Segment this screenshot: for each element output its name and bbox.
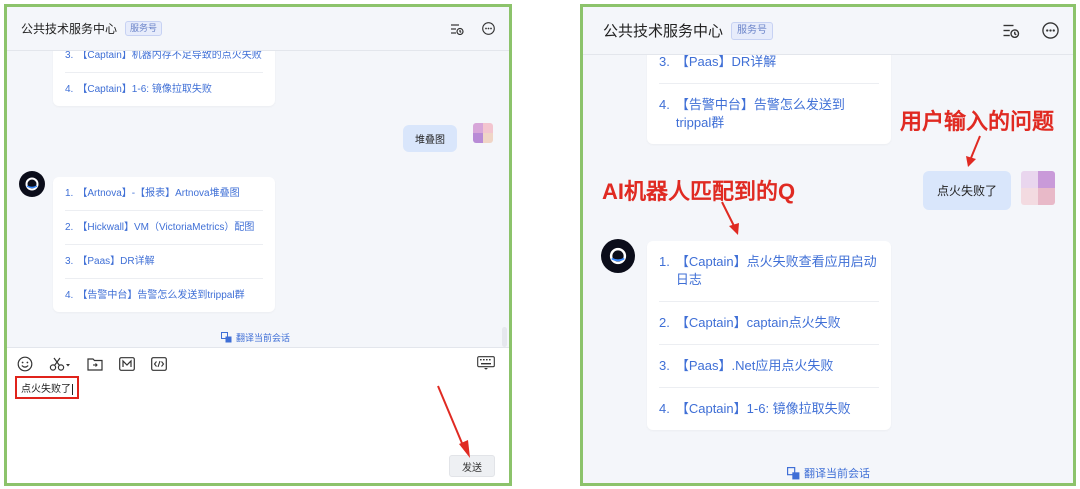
faq-link[interactable]: 1. 【Artnova】-【报表】Artnova堆叠图 bbox=[65, 177, 263, 211]
service-badge: 服务号 bbox=[731, 21, 774, 40]
bot-avatar bbox=[601, 239, 635, 273]
faq-link[interactable]: 2. 【Captain】captain点火失败 bbox=[659, 302, 879, 345]
annotation-user-question: 用户输入的问题 bbox=[900, 109, 1055, 134]
folder-icon[interactable] bbox=[87, 357, 103, 371]
chat-header: 公共技术服务中心 服务号 bbox=[583, 7, 1073, 55]
user-message: 点火失败了 bbox=[922, 171, 1011, 210]
chat-header: 公共技术服务中心 服务号 bbox=[7, 7, 509, 51]
user-avatar bbox=[473, 123, 493, 143]
faq-link[interactable]: 2. 【Hickwall】VM（VictoriaMetrics）配图 bbox=[65, 211, 263, 245]
faq-link[interactable]: 3. 【Captain】机器内存不足导致的点火失败 bbox=[65, 51, 263, 73]
message-list[interactable]: 3. 【Captain】机器内存不足导致的点火失败 4. 【Captain】1-6:… bbox=[7, 51, 509, 347]
faq-card-previous: 3. 【Paas】DR详解 4. 【告警中台】告警怎么发送到trippal群 bbox=[647, 55, 891, 144]
keyboard-icon[interactable] bbox=[477, 356, 495, 375]
user-message: 堆叠图 bbox=[403, 125, 457, 152]
translate-conversation[interactable]: 翻译当前会话 bbox=[787, 465, 870, 481]
annotation-ai-match: AI机器人匹配到的Q bbox=[602, 179, 796, 204]
code-icon[interactable] bbox=[151, 357, 167, 371]
more-icon[interactable] bbox=[1042, 22, 1059, 39]
faq-link[interactable]: 3. 【Paas】.Net应用点火失败 bbox=[659, 345, 879, 388]
faq-link[interactable]: 3. 【Paas】DR详解 bbox=[659, 55, 879, 84]
history-icon[interactable] bbox=[1002, 23, 1020, 38]
translate-conversation[interactable]: 翻译当前会话 bbox=[221, 331, 290, 344]
chat-title: 公共技术服务中心 bbox=[21, 22, 118, 36]
faq-link[interactable]: 4. 【Captain】1-6: 镜像拉取失败 bbox=[659, 388, 879, 430]
faq-link[interactable]: 4. 【Captain】1-6: 镜像拉取失败 bbox=[65, 73, 263, 106]
service-badge: 服务号 bbox=[125, 21, 163, 36]
translate-icon bbox=[787, 466, 800, 479]
more-icon[interactable] bbox=[482, 22, 495, 35]
arrow-to-send bbox=[437, 385, 470, 458]
markdown-icon[interactable] bbox=[119, 357, 135, 371]
translate-icon bbox=[221, 332, 232, 343]
message-input[interactable]: 点火失败了 bbox=[15, 376, 79, 399]
faq-card-bot: 1. 【Captain】点火失败查看应用启动日志 2. 【Captain】capta… bbox=[647, 241, 891, 430]
bot-avatar bbox=[19, 171, 45, 197]
chat-title: 公共技术服务中心 bbox=[603, 23, 724, 40]
scrollbar[interactable] bbox=[502, 327, 507, 347]
arrow-to-user-message bbox=[966, 135, 981, 167]
faq-link[interactable]: 4. 【告警中台】告警怎么发送到trippal群 bbox=[659, 84, 879, 144]
right-chat-window: 公共技术服务中心 服务号 3. 【Paas】DR详解 4. 【告警中台】告警怎么发送… bbox=[580, 4, 1076, 486]
faq-card-bot: 1. 【Artnova】-【报表】Artnova堆叠图 2. 【Hickwall】V… bbox=[53, 177, 275, 312]
history-icon[interactable] bbox=[450, 23, 464, 35]
arrow-to-bot-card bbox=[721, 201, 739, 235]
faq-link[interactable]: 4. 【告警中台】告警怎么发送到trippal群 bbox=[65, 279, 263, 312]
composer-toolbar bbox=[17, 356, 167, 372]
emoji-icon[interactable] bbox=[17, 356, 33, 372]
faq-card-previous: 3. 【Captain】机器内存不足导致的点火失败 4. 【Captain】1-6:… bbox=[53, 51, 275, 106]
scissors-icon[interactable] bbox=[49, 356, 71, 372]
user-avatar bbox=[1021, 171, 1055, 205]
faq-link[interactable]: 3. 【Paas】DR详解 bbox=[65, 245, 263, 279]
faq-link[interactable]: 1. 【Captain】点火失败查看应用启动日志 bbox=[659, 241, 879, 302]
